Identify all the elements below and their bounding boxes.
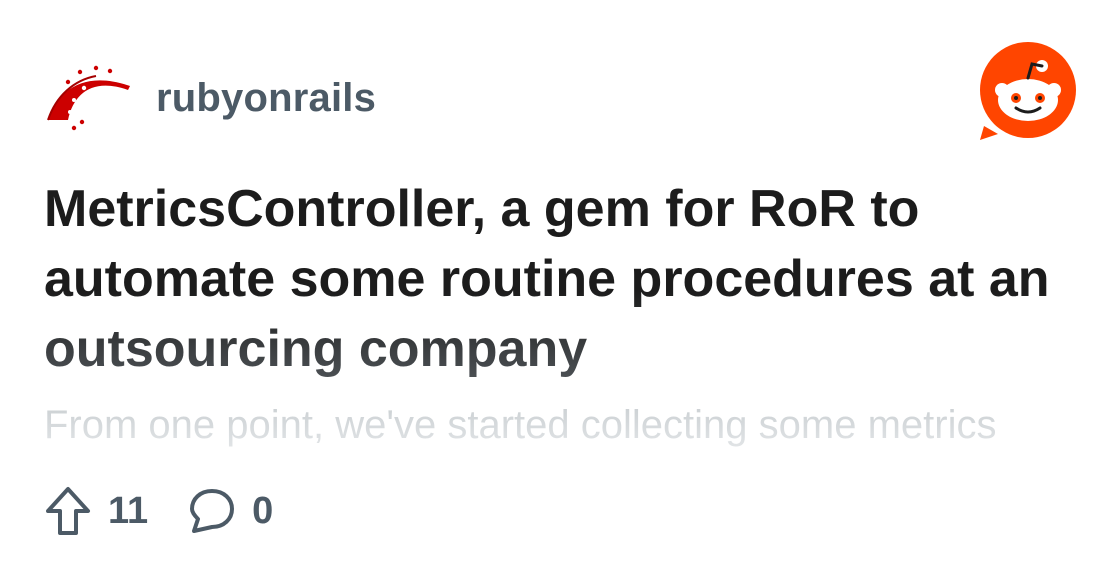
post-stats: 11 0 <box>44 482 273 540</box>
post-share-card: rubyonrails MetricsController, a gem for… <box>0 0 1120 584</box>
comment-count: 0 <box>252 489 274 532</box>
post-title[interactable]: MetricsController, a gem for RoR to auto… <box>44 174 1084 384</box>
comment-stat[interactable]: 0 <box>188 485 273 537</box>
reddit-logo-icon <box>980 42 1076 140</box>
post-preview-text: From one point, we've started collecting… <box>44 400 1084 450</box>
subreddit-name[interactable]: rubyonrails <box>156 76 376 121</box>
upvote-stat[interactable]: 11 <box>44 485 148 537</box>
subreddit-header[interactable]: rubyonrails <box>44 62 376 134</box>
rails-logo-icon <box>47 65 130 131</box>
upvote-count: 11 <box>108 489 149 532</box>
comment-bubble-icon[interactable] <box>188 485 236 537</box>
upvote-arrow-icon[interactable] <box>44 485 92 537</box>
